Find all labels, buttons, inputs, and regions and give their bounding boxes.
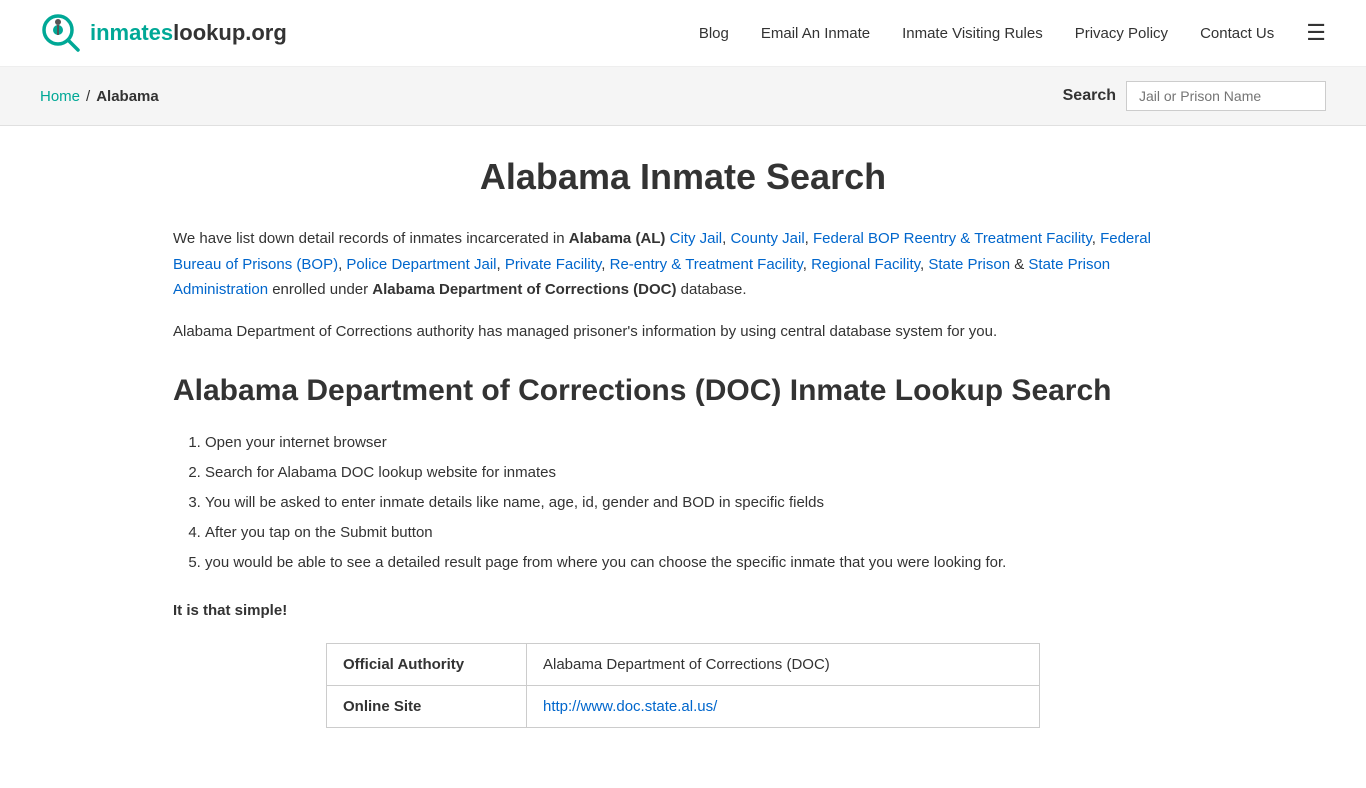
main-nav: Blog Email An Inmate Inmate Visiting Rul…: [699, 20, 1326, 46]
link-federal-bop-reentry[interactable]: Federal BOP Reentry & Treatment Facility: [813, 230, 1092, 247]
intro-end: database.: [677, 281, 747, 298]
desc-text: Alabama Department of Corrections author…: [173, 319, 1193, 345]
breadcrumb-home[interactable]: Home: [40, 88, 80, 105]
step-1: Open your internet browser: [205, 428, 1193, 458]
step-4: After you tap on the Submit button: [205, 518, 1193, 548]
nav-privacy-policy[interactable]: Privacy Policy: [1075, 25, 1168, 42]
search-input[interactable]: [1126, 81, 1326, 111]
authority-label: Official Authority: [327, 644, 527, 686]
breadcrumb-separator: /: [86, 88, 90, 105]
nav-visiting-rules[interactable]: Inmate Visiting Rules: [902, 25, 1043, 42]
search-area: Search: [1063, 81, 1326, 111]
link-county-jail[interactable]: County Jail: [730, 230, 804, 247]
website-link[interactable]: http://www.doc.state.al.us/: [543, 698, 717, 715]
doc-bold: Alabama Department of Corrections (DOC): [372, 281, 676, 298]
logo-icon: [40, 12, 82, 54]
logo[interactable]: inmateslookup.org: [40, 12, 287, 54]
intro-paragraph: We have list down detail records of inma…: [173, 226, 1193, 303]
intro-mid: enrolled under: [272, 281, 372, 298]
page-title: Alabama Inmate Search: [173, 156, 1193, 198]
state-bold: Alabama (AL): [569, 230, 666, 247]
intro-text-before: We have list down detail records of inma…: [173, 230, 569, 247]
website-label: Online Site: [327, 686, 527, 728]
authority-value: Alabama Department of Corrections (DOC): [527, 644, 1040, 686]
link-police-dept-jail[interactable]: Police Department Jail: [346, 256, 496, 273]
link-city-jail[interactable]: City Jail: [670, 230, 723, 247]
nav-email-inmate[interactable]: Email An Inmate: [761, 25, 870, 42]
link-private-facility[interactable]: Private Facility: [505, 256, 601, 273]
step-2: Search for Alabama DOC lookup website fo…: [205, 458, 1193, 488]
breadcrumb-current: Alabama: [96, 88, 159, 105]
section-title: Alabama Department of Corrections (DOC) …: [173, 374, 1193, 408]
website-value: http://www.doc.state.al.us/: [527, 686, 1040, 728]
main-content: Alabama Inmate Search We have list down …: [133, 126, 1233, 788]
link-regional-facility[interactable]: Regional Facility: [811, 256, 920, 273]
hamburger-icon[interactable]: ☰: [1306, 20, 1326, 46]
table-row-authority: Official Authority Alabama Department of…: [327, 644, 1040, 686]
breadcrumb-bar: Home / Alabama Search: [0, 67, 1366, 126]
link-reentry-treatment[interactable]: Re-entry & Treatment Facility: [610, 256, 803, 273]
steps-list: Open your internet browser Search for Al…: [173, 428, 1193, 578]
link-state-prison[interactable]: State Prison: [928, 256, 1010, 273]
info-table: Official Authority Alabama Department of…: [326, 643, 1040, 728]
step-5: you would be able to see a detailed resu…: [205, 548, 1193, 578]
simple-label: It is that simple!: [173, 602, 1193, 619]
step-3: You will be asked to enter inmate detail…: [205, 488, 1193, 518]
site-header: inmateslookup.org Blog Email An Inmate I…: [0, 0, 1366, 67]
logo-text: inmateslookup.org: [90, 20, 287, 46]
nav-contact-us[interactable]: Contact Us: [1200, 25, 1274, 42]
nav-blog[interactable]: Blog: [699, 25, 729, 42]
table-row-website: Online Site http://www.doc.state.al.us/: [327, 686, 1040, 728]
breadcrumb: Home / Alabama: [40, 88, 159, 105]
search-label: Search: [1063, 87, 1116, 105]
